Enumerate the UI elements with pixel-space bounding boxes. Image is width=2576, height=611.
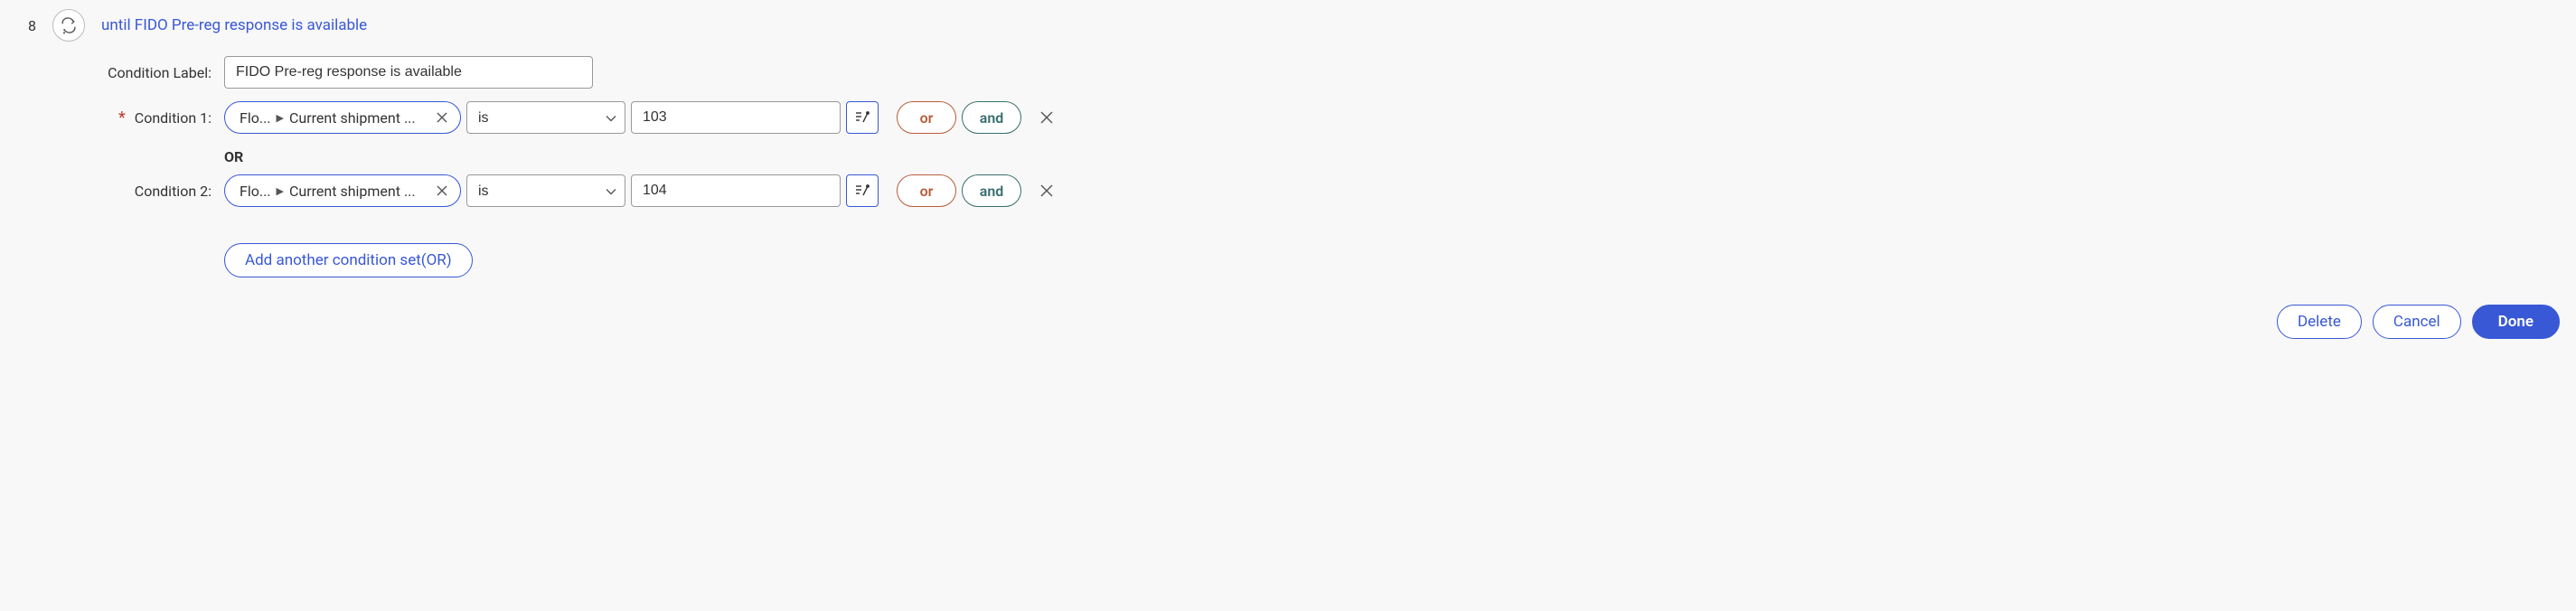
condition-row-2: Condition 2: Flo... ▶ Current shipment .… [107, 171, 2569, 211]
required-star-icon: * [118, 108, 126, 127]
chevron-right-icon: ▶ [277, 112, 284, 124]
clear-path-icon[interactable] [433, 182, 451, 200]
condition-label-row: Condition Label: [107, 52, 2569, 92]
condition-2-or-button[interactable]: or [897, 174, 956, 207]
condition-label-input[interactable] [224, 56, 593, 89]
loop-icon [52, 9, 85, 42]
footer-actions: Delete Cancel Done [7, 277, 2569, 339]
condition-1-or-button[interactable]: or [897, 101, 956, 134]
condition-row-1: * Condition 1: Flo... ▶ Current shipment… [107, 98, 2569, 137]
condition-2-fx-button[interactable] [846, 174, 879, 207]
delete-button[interactable]: Delete [2277, 305, 2362, 339]
condition-2-and-button[interactable]: and [962, 174, 1021, 207]
condition-2-operator-select[interactable]: is [466, 174, 625, 207]
condition-1-path-pill[interactable]: Flo... ▶ Current shipment ... [224, 101, 461, 134]
clear-path-icon[interactable] [433, 108, 451, 127]
condition-1-operator-select[interactable]: is [466, 101, 625, 134]
done-button[interactable]: Done [2472, 305, 2560, 339]
condition-1-and-button[interactable]: and [962, 101, 1021, 134]
condition-2-label: Condition 2: [135, 183, 212, 200]
or-separator: OR [107, 143, 2569, 171]
step-title[interactable]: until FIDO Pre-reg response is available [101, 16, 367, 34]
condition-2-label-cell: Condition 2: [107, 183, 224, 200]
chevron-right-icon: ▶ [277, 185, 284, 197]
path-segment-1: Flo... [240, 183, 271, 200]
condition-2-path-pill[interactable]: Flo... ▶ Current shipment ... [224, 174, 461, 207]
path-segment-2: Current shipment ... [289, 109, 428, 127]
condition-1-label-cell: * Condition 1: [107, 108, 224, 127]
add-condition-set-button[interactable]: Add another condition set(OR) [224, 243, 473, 277]
cancel-button[interactable]: Cancel [2373, 305, 2461, 339]
condition-1-label: Condition 1: [135, 109, 212, 127]
condition-1-value-input[interactable] [631, 101, 841, 134]
condition-1-remove-icon[interactable] [1034, 105, 1059, 130]
step-header: 8 until FIDO Pre-reg response is availab… [7, 7, 2569, 52]
step-number: 8 [24, 17, 36, 34]
condition-2-value-input[interactable] [631, 174, 841, 207]
condition-2-remove-icon[interactable] [1034, 178, 1059, 203]
condition-label-label: Condition Label: [107, 64, 224, 81]
condition-1-fx-button[interactable] [846, 101, 879, 134]
path-segment-2: Current shipment ... [289, 183, 428, 200]
path-segment-1: Flo... [240, 109, 271, 127]
